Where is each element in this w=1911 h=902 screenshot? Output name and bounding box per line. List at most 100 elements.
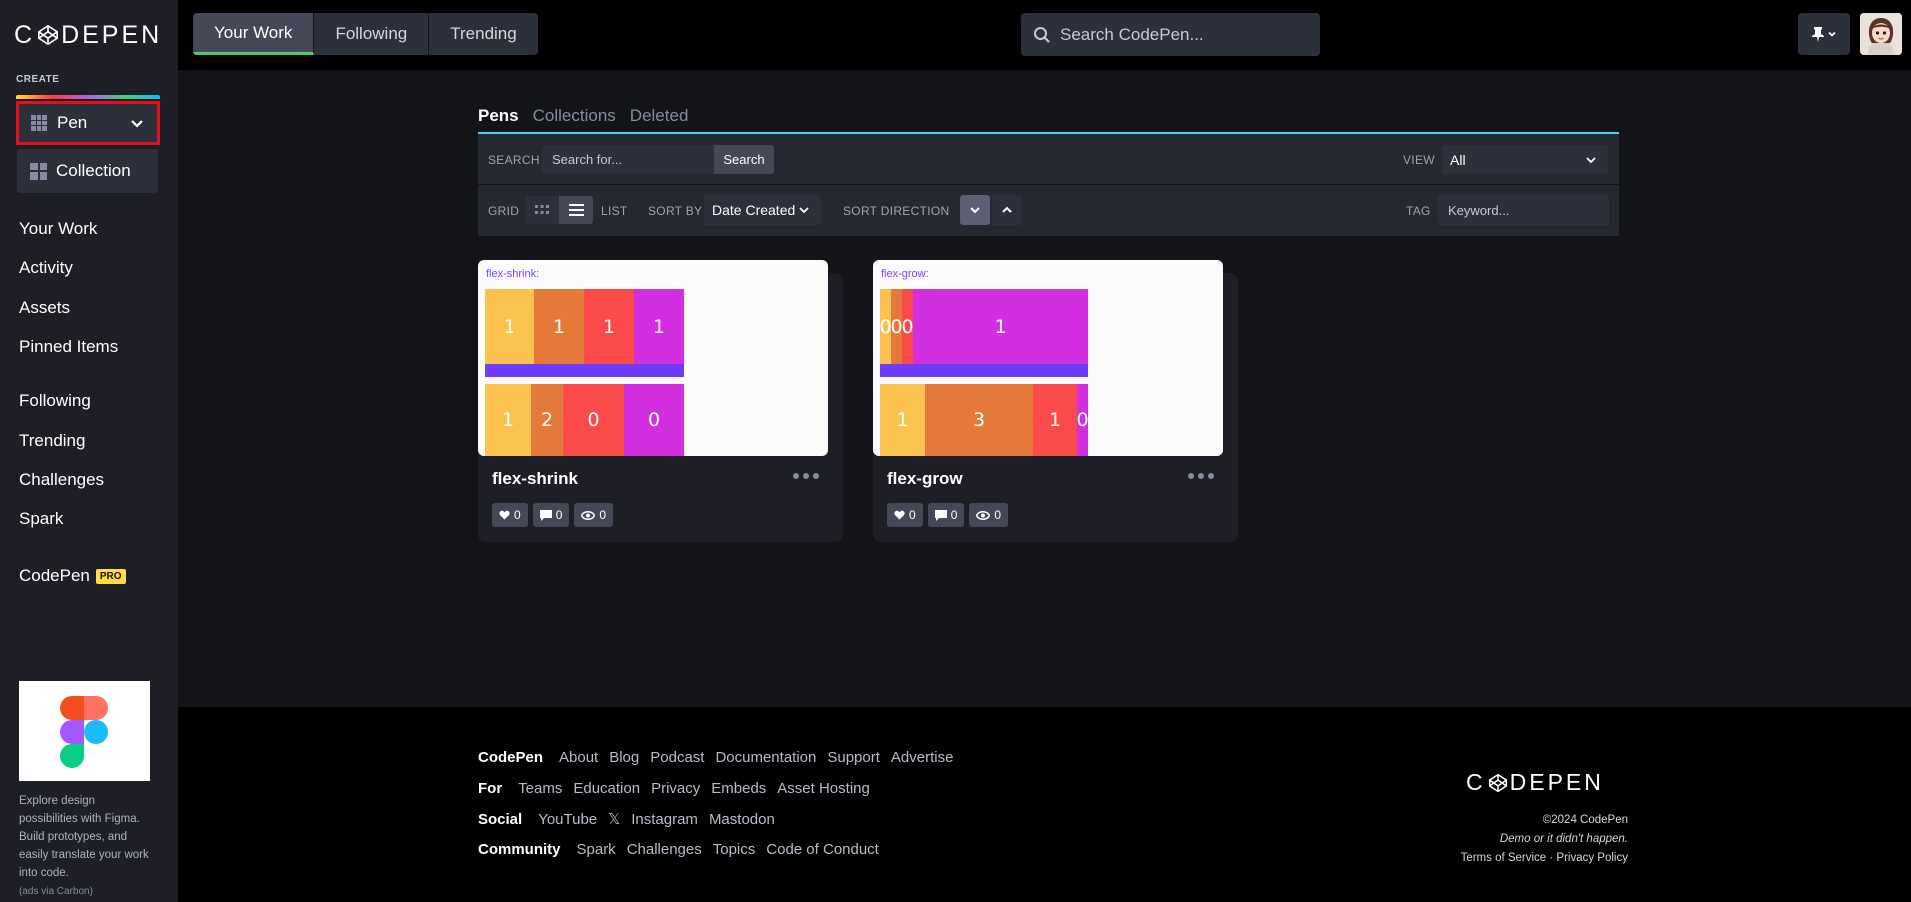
search-icon [1034,26,1050,43]
comment-button[interactable]: 0 [927,503,965,527]
nav-assets[interactable]: Assets [19,298,70,318]
pinned-items-button[interactable] [1798,13,1850,55]
footer-link[interactable]: Teams [518,780,562,797]
chevron-down-icon [1828,31,1836,37]
footer-link[interactable]: Challenges [627,841,702,858]
preview-title: flex-grow: [881,268,929,280]
create-pen-button[interactable]: Pen [16,101,160,145]
footer-tagline: Demo or it didn't happen. [1499,833,1628,845]
ad-text[interactable]: Explore design possibilities with Figma.… [19,792,149,882]
footer-link[interactable]: Instagram [631,811,698,828]
subtab-collections[interactable]: Collections [533,106,616,126]
avatar[interactable] [1860,13,1902,55]
list-view-button[interactable] [559,196,593,224]
create-rainbow-bar [16,95,160,99]
footer-link[interactable]: Privacy [651,780,700,797]
footer-link[interactable]: Advertise [891,749,954,766]
tab-following[interactable]: Following [314,13,430,55]
subtab-deleted[interactable]: Deleted [630,106,689,126]
like-count: 0 [514,508,521,522]
create-collection-button[interactable]: Collection [17,149,158,193]
sort-by-value: Date Created [712,202,796,218]
subtab-pens[interactable]: Pens [478,106,519,126]
footer-link[interactable]: Mastodon [709,811,775,828]
sort-by-label: SORT BY [648,204,703,218]
footer-terms[interactable]: Terms of Service · Privacy Policy [1461,852,1628,864]
footer-link[interactable]: Asset Hosting [777,780,870,797]
nav-spark[interactable]: Spark [19,509,63,529]
preview-box: 1 [1033,384,1077,456]
footer-codepen-logo[interactable]: C DEPEN [1466,769,1604,796]
footer-link[interactable]: Podcast [650,749,704,766]
footer-copyright: ©2024 CodePen [1542,814,1628,826]
preview-box: 1 [880,384,925,456]
ad-via[interactable]: (ads via Carbon) [19,886,93,897]
view-value: All [1450,151,1466,168]
figma-logo-icon [60,696,108,768]
sort-by-select[interactable]: Date Created [704,195,821,225]
tab-trending[interactable]: Trending [429,13,537,55]
pen-title[interactable]: flex-shrink [492,469,578,489]
chevron-down-icon [799,207,809,214]
footer-link[interactable]: Blog [609,749,639,766]
grid-icon [535,205,549,214]
nav-activity[interactable]: Activity [19,258,73,278]
footer-link[interactable]: YouTube [538,811,597,828]
sidebar: C DEPEN CREATE Pen Collection Your Work … [0,0,178,902]
views-button[interactable]: 0 [574,503,614,527]
comment-icon [539,509,552,521]
user-avatar-icon [1860,13,1902,55]
nav-trending[interactable]: Trending [19,431,85,451]
pen-title[interactable]: flex-grow [887,469,963,489]
chevron-down-icon[interactable] [129,115,145,131]
pens-search-button[interactable]: Search [714,145,774,174]
footer-link[interactable]: Topics [713,841,756,858]
top-tabs: Your Work Following Trending [193,13,538,55]
comment-button[interactable]: 0 [532,503,570,527]
nav-your-work[interactable]: Your Work [19,219,97,239]
footer-link[interactable]: About [559,749,598,766]
sort-descending-button[interactable] [960,195,990,225]
footer-link[interactable]: Spark [577,841,616,858]
figma-ad-image[interactable] [19,681,150,781]
nav-following[interactable]: Following [19,391,91,411]
view-select[interactable]: All [1442,145,1608,174]
pen-card: flex-shrink: 1 1 1 1 1 2 0 0 flex-shrink… [478,260,843,542]
like-button[interactable]: 0 [887,503,923,527]
footer-head[interactable]: CodePen [478,749,543,766]
pen-preview[interactable]: flex-grow: 0 0 0 1 1 3 1 0 [873,260,1223,456]
tab-your-work[interactable]: Your Work [193,13,315,55]
views-button[interactable]: 0 [969,503,1009,527]
codepen-logo[interactable]: C DEPEN [14,21,162,49]
search-input[interactable]: Search CodePen... [1021,13,1320,56]
grid-view-button[interactable] [525,196,559,224]
list-label: LIST [601,204,628,218]
nav-pinned-items[interactable]: Pinned Items [19,337,118,357]
footer-head: For [478,780,503,797]
main-content: Pens Collections Deleted SEARCH Search f… [178,70,1911,707]
nav-codepen-pro[interactable]: CodePen PRO [19,566,126,586]
collection-grid-icon [30,162,47,180]
footer-link[interactable]: Code of Conduct [766,841,879,858]
comment-count: 0 [555,508,563,522]
more-options-icon[interactable] [793,473,819,479]
preview-row-2: 1 2 0 0 [485,384,684,456]
preview-box: 0 [879,289,892,364]
footer-link[interactable]: Documentation [715,749,816,766]
footer-link[interactable]: Support [827,749,880,766]
tag-input[interactable]: Keyword... [1438,195,1609,225]
sort-ascending-button[interactable] [992,195,1022,225]
like-button[interactable]: 0 [492,503,528,527]
more-options-icon[interactable] [1188,473,1214,479]
x-icon[interactable]: 𝕏 [608,810,620,828]
footer-link[interactable]: Education [573,780,640,797]
pen-preview[interactable]: flex-shrink: 1 1 1 1 1 2 0 0 [478,260,828,456]
grid-label: GRID [488,204,520,218]
chevron-up-icon [1002,206,1012,213]
pen-card: flex-grow: 0 0 0 1 1 3 1 0 flex-grow 0 0… [873,260,1238,542]
pens-search-input[interactable]: Search for... [542,145,714,174]
footer-link[interactable]: Embeds [711,780,766,797]
nav-challenges[interactable]: Challenges [19,470,104,490]
preview-box: 0 [890,289,903,364]
pen-stats: 0 0 0 [887,503,1009,527]
